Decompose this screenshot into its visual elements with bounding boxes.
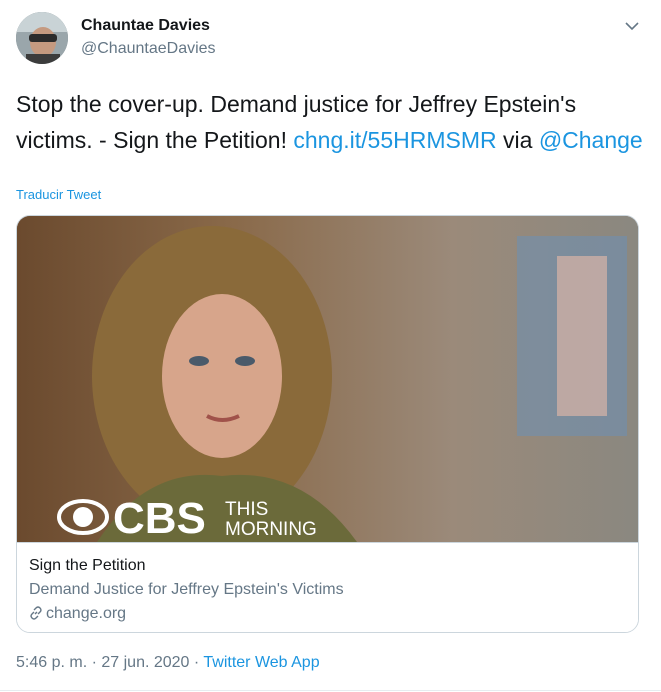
display-name[interactable]: Chauntae Davies: [81, 17, 210, 35]
card-title: Sign the Petition: [29, 557, 146, 574]
tweet-date[interactable]: 27 jun. 2020: [101, 654, 189, 671]
divider: [0, 690, 661, 691]
cbs-logo-text: CBS: [113, 494, 206, 543]
tweet-text: Stop the cover-up. Demand justice for Je…: [16, 86, 646, 158]
card-image: CBS THIS MORNING: [17, 216, 638, 543]
tweet-link[interactable]: chng.it/55HRMSMR: [293, 127, 496, 153]
tweet: Chauntae Davies @ChauntaeDavies Stop the…: [0, 0, 661, 692]
link-icon: [30, 606, 42, 620]
cbs-logo-sub1: THIS: [225, 499, 268, 520]
user-handle[interactable]: @ChauntaeDavies: [81, 40, 216, 58]
card-domain-text: change.org: [46, 605, 127, 622]
avatar[interactable]: [16, 12, 68, 64]
cbs-logo-sub2: MORNING: [225, 519, 317, 540]
tweet-via: via: [496, 127, 539, 153]
link-card[interactable]: CBS THIS MORNING Sign the Petition Deman…: [16, 215, 639, 633]
mention-link[interactable]: @Change: [539, 127, 643, 153]
translate-tweet-link[interactable]: Traducir Tweet: [16, 187, 101, 202]
separator: ·: [189, 654, 204, 671]
tweet-time[interactable]: 5:46 p. m.: [16, 654, 87, 671]
tweet-meta: 5:46 p. m. · 27 jun. 2020 · Twitter Web …: [16, 654, 320, 672]
separator: ·: [87, 654, 102, 671]
source-link[interactable]: Twitter Web App: [203, 654, 319, 671]
card-domain: change.org: [29, 605, 126, 623]
card-meta: Sign the Petition Demand Justice for Jef…: [17, 542, 638, 632]
card-description: Demand Justice for Jeffrey Epstein's Vic…: [29, 581, 344, 598]
chevron-down-icon[interactable]: [622, 16, 642, 36]
